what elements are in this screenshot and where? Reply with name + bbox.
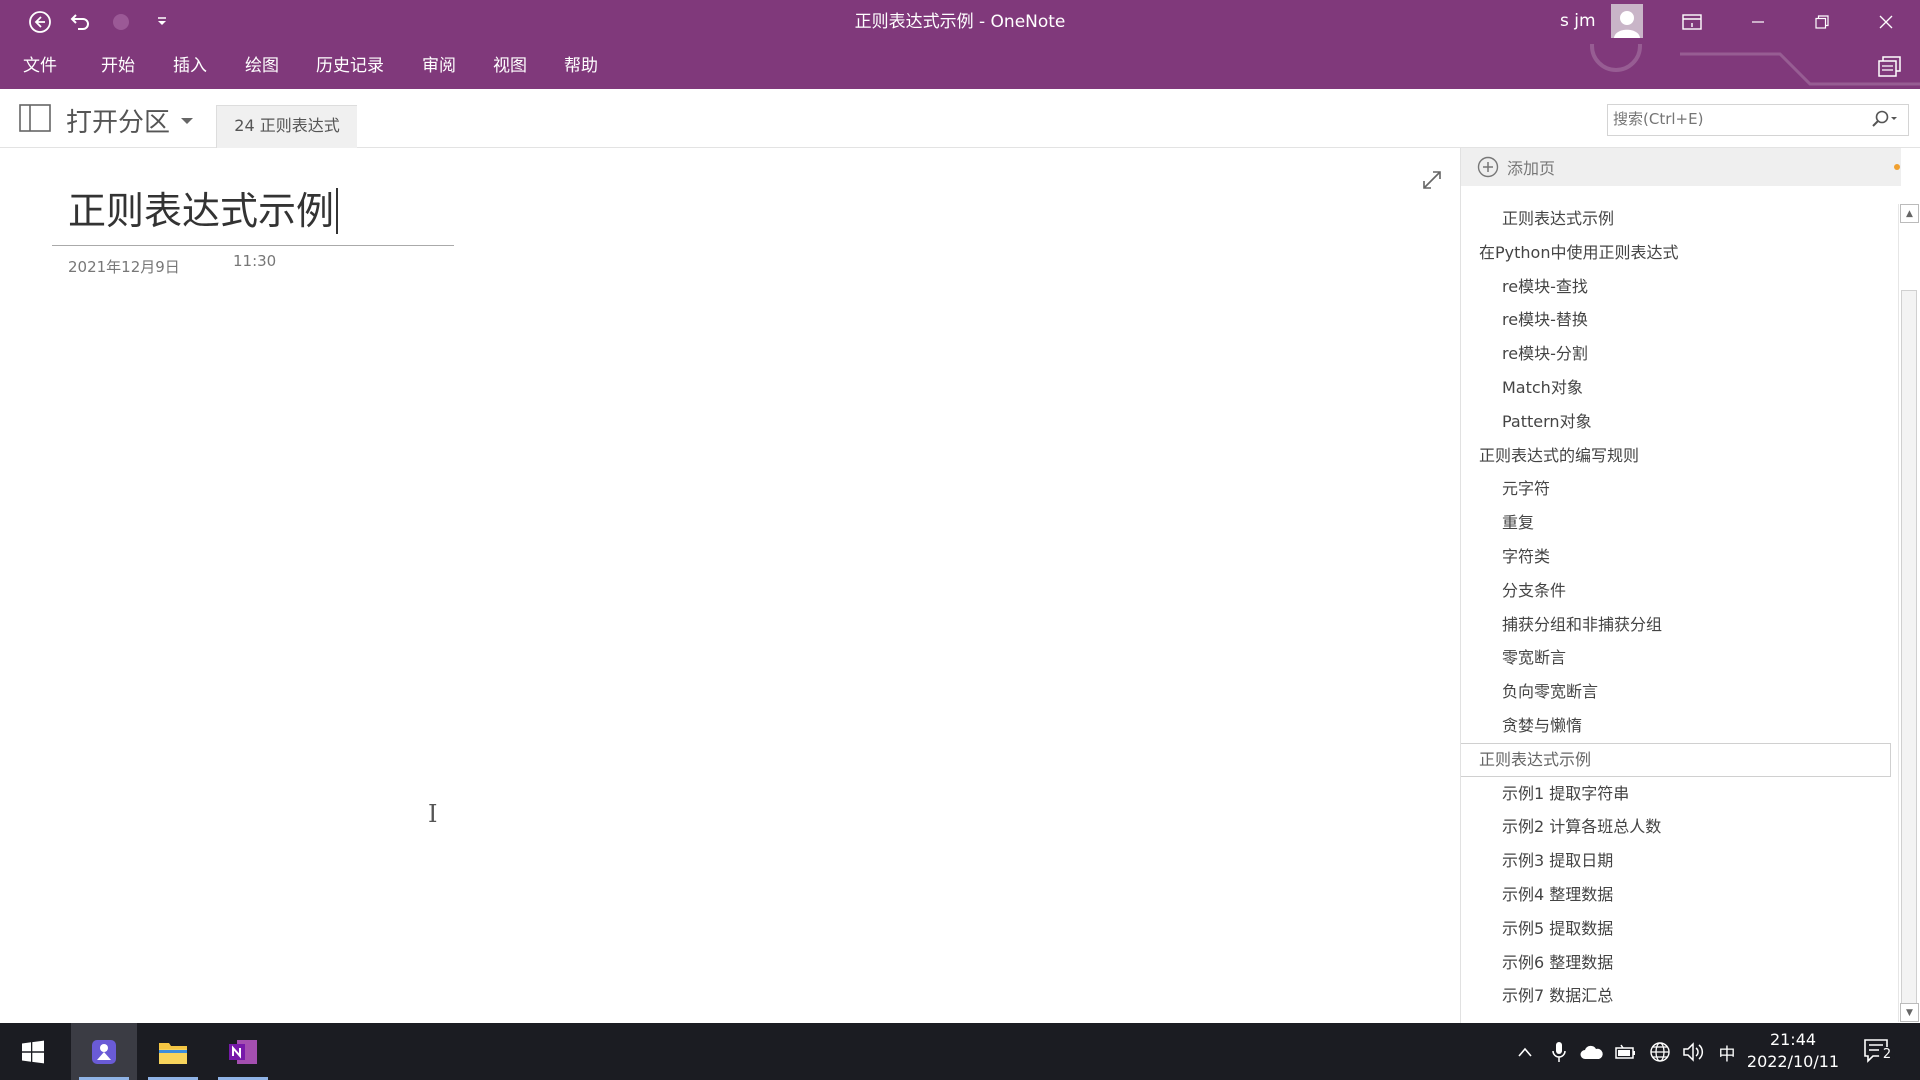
notification-icon[interactable]: 2 xyxy=(1863,1037,1899,1067)
section-tab[interactable]: 24 正则表达式 xyxy=(216,105,357,148)
page-list-scrollbar[interactable]: ▲ ▼ xyxy=(1898,204,1919,1022)
add-page-button[interactable]: 添加页 xyxy=(1461,148,1901,186)
title-bar: 正则表达式示例 - OneNote s jm xyxy=(0,0,1920,44)
tab-history[interactable]: 历史记录 xyxy=(316,44,384,89)
ribbon-tabs: 文件 开始 插入 绘图 历史记录 审阅 视图 帮助 xyxy=(0,44,1920,126)
page-list-item[interactable]: 字符类 xyxy=(1461,540,1891,574)
battery-icon[interactable] xyxy=(1614,1040,1638,1064)
scroll-down-icon[interactable]: ▼ xyxy=(1900,1003,1919,1022)
page-list-item[interactable]: 分支条件 xyxy=(1461,574,1891,608)
page-list-item[interactable]: 示例4 整理数据 xyxy=(1461,878,1891,912)
tab-review[interactable]: 审阅 xyxy=(422,44,456,89)
page-date: 2021年12月9日 xyxy=(68,258,180,276)
tab-home[interactable]: 开始 xyxy=(101,44,135,89)
expand-icon[interactable] xyxy=(1420,168,1444,192)
tab-file[interactable]: 文件 xyxy=(23,44,57,89)
network-icon[interactable] xyxy=(1648,1040,1672,1064)
page-list-item[interactable]: 在Python中使用正则表达式 xyxy=(1461,236,1891,270)
page-list-item[interactable]: re模块-替换 xyxy=(1461,303,1891,337)
undo-icon[interactable] xyxy=(66,7,96,37)
add-page-label: 添加页 xyxy=(1507,159,1556,178)
page-list-item[interactable]: 示例7 数据汇总 xyxy=(1461,979,1891,1013)
windows-start-icon[interactable] xyxy=(0,1023,66,1080)
page-list-item[interactable]: 重复 xyxy=(1461,506,1891,540)
tab-help[interactable]: 帮助 xyxy=(564,44,598,89)
tab-view[interactable]: 视图 xyxy=(493,44,527,89)
volume-icon[interactable] xyxy=(1682,1040,1706,1064)
section-bar: 打开分区 24 正则表达式 xyxy=(0,89,1920,148)
input-method-indicator[interactable]: 中 xyxy=(1715,1040,1739,1065)
onenote-app-icon[interactable] xyxy=(210,1023,276,1080)
search-box[interactable] xyxy=(1607,104,1909,136)
file-explorer-icon[interactable] xyxy=(140,1023,206,1080)
page-list-item[interactable]: 捕获分组和非捕获分组 xyxy=(1461,608,1891,642)
minimize-icon[interactable] xyxy=(1728,0,1788,44)
page-title[interactable]: 正则表达式示例 xyxy=(68,188,339,234)
page-list-item[interactable]: 正则表达式示例 xyxy=(1461,202,1891,236)
redo-icon[interactable] xyxy=(106,7,136,37)
notebook-icon xyxy=(18,103,52,137)
tab-draw[interactable]: 绘图 xyxy=(245,44,279,89)
page-list-item[interactable]: Match对象 xyxy=(1461,371,1891,405)
taskbar: 中 21:44 2022/10/11 2 xyxy=(0,1023,1920,1080)
mic-icon[interactable] xyxy=(1547,1040,1571,1064)
scroll-up-icon[interactable]: ▲ xyxy=(1900,204,1919,223)
page-list-item[interactable]: 元字符 xyxy=(1461,472,1891,506)
page-list-item[interactable]: Pattern对象 xyxy=(1461,405,1891,439)
ribbon-display-icon[interactable] xyxy=(1662,0,1722,44)
page-list-item-selected[interactable]: 正则表达式示例 xyxy=(1461,742,1891,777)
notebook-label: 打开分区 xyxy=(66,107,171,138)
page-list-item[interactable]: 示例1 提取字符串 xyxy=(1461,777,1891,811)
search-input[interactable] xyxy=(1608,105,1863,133)
restore-icon[interactable] xyxy=(1792,0,1852,44)
clock-time: 21:44 xyxy=(1769,1030,1817,1049)
page-list-item[interactable]: 示例5 提取数据 xyxy=(1461,912,1891,946)
add-page-icon xyxy=(1477,156,1499,178)
feed-icon[interactable] xyxy=(1878,56,1902,82)
page-list-item[interactable]: 示例2 计算各班总人数 xyxy=(1461,810,1891,844)
customize-qat-icon[interactable] xyxy=(147,7,177,37)
page-list-item[interactable]: 贪婪与懒惰 xyxy=(1461,709,1891,743)
user-name[interactable]: s jm xyxy=(1560,0,1596,44)
page-list-item[interactable]: 正则表达式的编写规则 xyxy=(1461,439,1891,473)
notification-count: 2 xyxy=(1879,1047,1895,1063)
pages-pane: 添加页 正则表达式示例 在Python中使用正则表达式 re模块-查找 re模块-替换… xyxy=(1460,148,1920,1023)
clock-date: 2022/10/11 xyxy=(1746,1052,1840,1071)
page-list: 正则表达式示例 在Python中使用正则表达式 re模块-查找 re模块-替换 re模块… xyxy=(1461,202,1891,1013)
page-list-item[interactable]: 示例6 整理数据 xyxy=(1461,946,1891,980)
page-list-item[interactable]: re模块-查找 xyxy=(1461,270,1891,304)
tab-insert[interactable]: 插入 xyxy=(173,44,207,89)
notebook-picker[interactable]: 打开分区 xyxy=(18,103,194,138)
avatar[interactable] xyxy=(1611,4,1643,38)
system-clock[interactable]: 21:44 2022/10/11 xyxy=(1738,1029,1848,1073)
dropdown-icon[interactable] xyxy=(180,111,194,130)
title-divider xyxy=(52,245,454,246)
search-icon[interactable] xyxy=(1872,110,1898,132)
taskbar-app-assistant[interactable] xyxy=(71,1023,137,1080)
page-list-item[interactable]: 负向零宽断言 xyxy=(1461,675,1891,709)
page-time: 11:30 xyxy=(233,252,277,270)
close-icon[interactable] xyxy=(1856,0,1916,44)
back-icon[interactable] xyxy=(25,7,55,37)
page-list-item[interactable]: re模块-分割 xyxy=(1461,337,1891,371)
scroll-thumb[interactable] xyxy=(1901,290,1917,1004)
unread-dot xyxy=(1894,164,1900,170)
onedrive-icon[interactable] xyxy=(1580,1040,1604,1064)
page-list-item[interactable]: 示例3 提取日期 xyxy=(1461,844,1891,878)
text-cursor-icon: I xyxy=(428,800,438,828)
page-canvas[interactable]: 正则表达式示例 2021年12月9日 11:30 I xyxy=(0,148,1460,1023)
show-hidden-icons-icon[interactable] xyxy=(1513,1040,1537,1064)
page-list-item[interactable]: 零宽断言 xyxy=(1461,641,1891,675)
